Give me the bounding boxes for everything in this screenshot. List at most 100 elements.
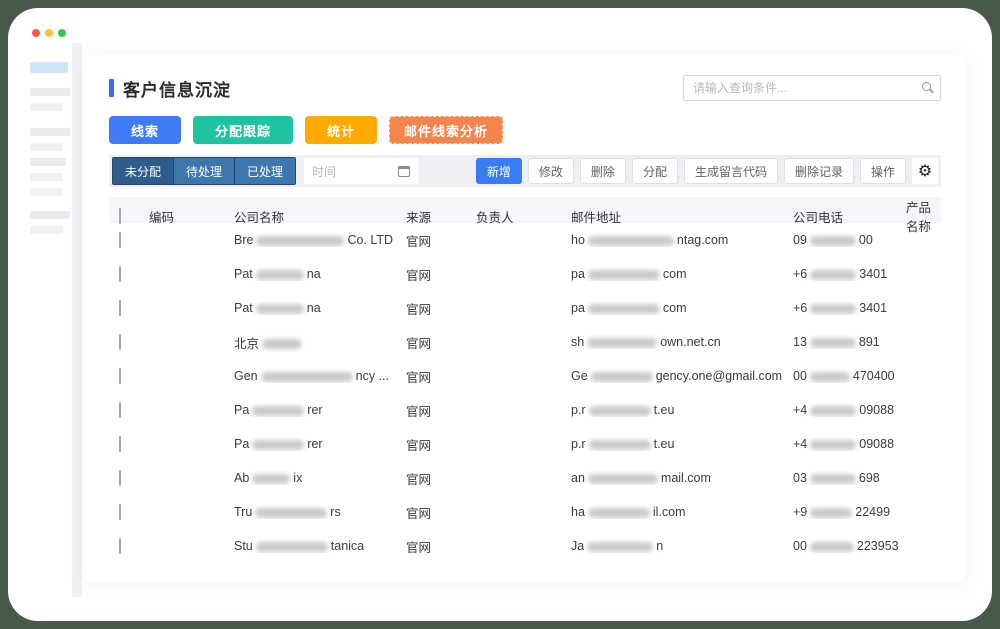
sidebar-skeleton-bar (30, 143, 63, 151)
phone-cell: +409088 (793, 403, 906, 417)
company-name-cell: Abix (234, 471, 406, 485)
source-cell: 官网 (406, 503, 476, 522)
redacted-text (810, 270, 856, 280)
redacted-text (810, 542, 854, 552)
table-row: Stutanica 官网 Jan 00223953 (109, 529, 941, 563)
source-cell: 官网 (406, 367, 476, 386)
redacted-text (810, 406, 856, 416)
row-checkbox[interactable] (119, 334, 121, 350)
phone-cell: 00223953 (793, 539, 906, 553)
row-checkbox[interactable] (119, 232, 121, 248)
title-accent-bar (109, 79, 114, 97)
close-window-button[interactable] (32, 29, 40, 37)
redacted-text (810, 474, 856, 484)
nav-assign-track-button[interactable]: 分配跟踪 (193, 116, 293, 144)
source-cell: 官网 (406, 401, 476, 420)
phone-cell: +409088 (793, 437, 906, 451)
table-row: Patna 官网 pacom +63401 (109, 257, 941, 291)
date-filter-input[interactable]: 时间 (304, 158, 418, 184)
source-cell: 官网 (406, 231, 476, 250)
sidebar-skeleton-bar (30, 88, 70, 96)
delete-records-button[interactable]: 删除记录 (784, 158, 854, 184)
tab-unassigned[interactable]: 未分配 (113, 158, 173, 184)
company-name-cell: Parer (234, 437, 406, 451)
delete-button[interactable]: 删除 (580, 158, 626, 184)
phone-cell: +63401 (793, 267, 906, 281)
redacted-text (588, 270, 660, 280)
email-cell: hail.com (571, 505, 793, 519)
search-input[interactable] (683, 75, 941, 101)
zoom-window-button[interactable] (58, 29, 66, 37)
row-checkbox[interactable] (119, 436, 121, 452)
sidebar-skeleton-bar (30, 188, 63, 196)
row-checkbox[interactable] (119, 470, 121, 486)
company-name-cell: Patna (234, 301, 406, 315)
generate-message-code-button[interactable]: 生成留言代码 (684, 158, 778, 184)
row-checkbox[interactable] (119, 504, 121, 520)
company-name-cell: Patna (234, 267, 406, 281)
redacted-text (252, 474, 290, 484)
email-cell: Gegency.one@gmail.com (571, 369, 793, 383)
phone-cell: 03698 (793, 471, 906, 485)
table-row: Parer 官网 p.rt.eu +409088 (109, 393, 941, 427)
phone-cell: 0900 (793, 233, 906, 247)
email-cell: shown.net.cn (571, 335, 793, 349)
sidebar-item-active-skeleton[interactable] (30, 62, 68, 73)
redacted-text (810, 508, 852, 518)
nav-statistics-button[interactable]: 统计 (305, 116, 377, 144)
operations-button[interactable]: 操作 (860, 158, 906, 184)
edit-button[interactable]: 修改 (528, 158, 574, 184)
filter-toolbar: 未分配 待处理 已处理 时间 新增 修改 删除 分配 生成留言代码 删除记录 操… (109, 155, 941, 187)
add-button[interactable]: 新增 (476, 158, 522, 184)
nav-email-lead-analysis-button[interactable]: 邮件线索分析 (389, 116, 503, 144)
tab-processed[interactable]: 已处理 (234, 158, 295, 184)
redacted-text (587, 542, 653, 552)
sidebar-skeleton-bar (30, 211, 70, 219)
row-checkbox[interactable] (119, 402, 121, 418)
table-row: Genncy ... 官网 Gegency.one@gmail.com 0047… (109, 359, 941, 393)
table-row: 北京 官网 shown.net.cn 13891 (109, 325, 941, 359)
minimize-window-button[interactable] (45, 29, 53, 37)
status-segmented-control: 未分配 待处理 已处理 (112, 157, 296, 185)
source-cell: 官网 (406, 265, 476, 284)
search-icon[interactable] (922, 82, 931, 91)
nav-leads-button[interactable]: 线索 (109, 116, 181, 144)
company-name-cell: Genncy ... (234, 369, 406, 383)
redacted-text (252, 406, 304, 416)
table-row: Trurs 官网 hail.com +922499 (109, 495, 941, 529)
col-header-code: 编码 (149, 207, 234, 226)
row-checkbox[interactable] (119, 300, 121, 316)
source-cell: 官网 (406, 333, 476, 352)
redacted-text (588, 236, 674, 246)
settings-gear-button[interactable]: ⚙ (912, 158, 938, 184)
row-checkbox[interactable] (119, 266, 121, 282)
sidebar-skeleton-bar (30, 128, 70, 136)
source-cell: 官网 (406, 299, 476, 318)
email-cell: hontag.com (571, 233, 793, 247)
redacted-text (589, 440, 651, 450)
table-row: BreCo. LTD 官网 hontag.com 0900 (109, 223, 941, 257)
redacted-text (587, 338, 657, 348)
date-placeholder: 时间 (312, 163, 336, 180)
company-name-cell: BreCo. LTD (234, 233, 406, 247)
redacted-text (588, 304, 660, 314)
tab-pending[interactable]: 待处理 (173, 158, 234, 184)
col-header-company: 公司名称 (234, 207, 406, 226)
gear-icon: ⚙ (918, 161, 932, 181)
select-all-checkbox[interactable] (119, 208, 121, 224)
redacted-text (252, 440, 304, 450)
assign-button[interactable]: 分配 (632, 158, 678, 184)
redacted-text (255, 508, 327, 518)
sidebar-skeleton-bar (30, 158, 66, 166)
phone-cell: +63401 (793, 301, 906, 315)
row-checkbox[interactable] (119, 368, 121, 384)
email-cell: p.rt.eu (571, 403, 793, 417)
row-checkbox[interactable] (119, 538, 121, 554)
redacted-text (810, 304, 856, 314)
redacted-text (262, 339, 302, 349)
source-cell: 官网 (406, 469, 476, 488)
page-title: 客户信息沉淀 (123, 76, 231, 101)
col-header-email: 邮件地址 (571, 207, 793, 226)
sidebar-skeleton-bar (30, 226, 63, 234)
redacted-text (588, 474, 658, 484)
